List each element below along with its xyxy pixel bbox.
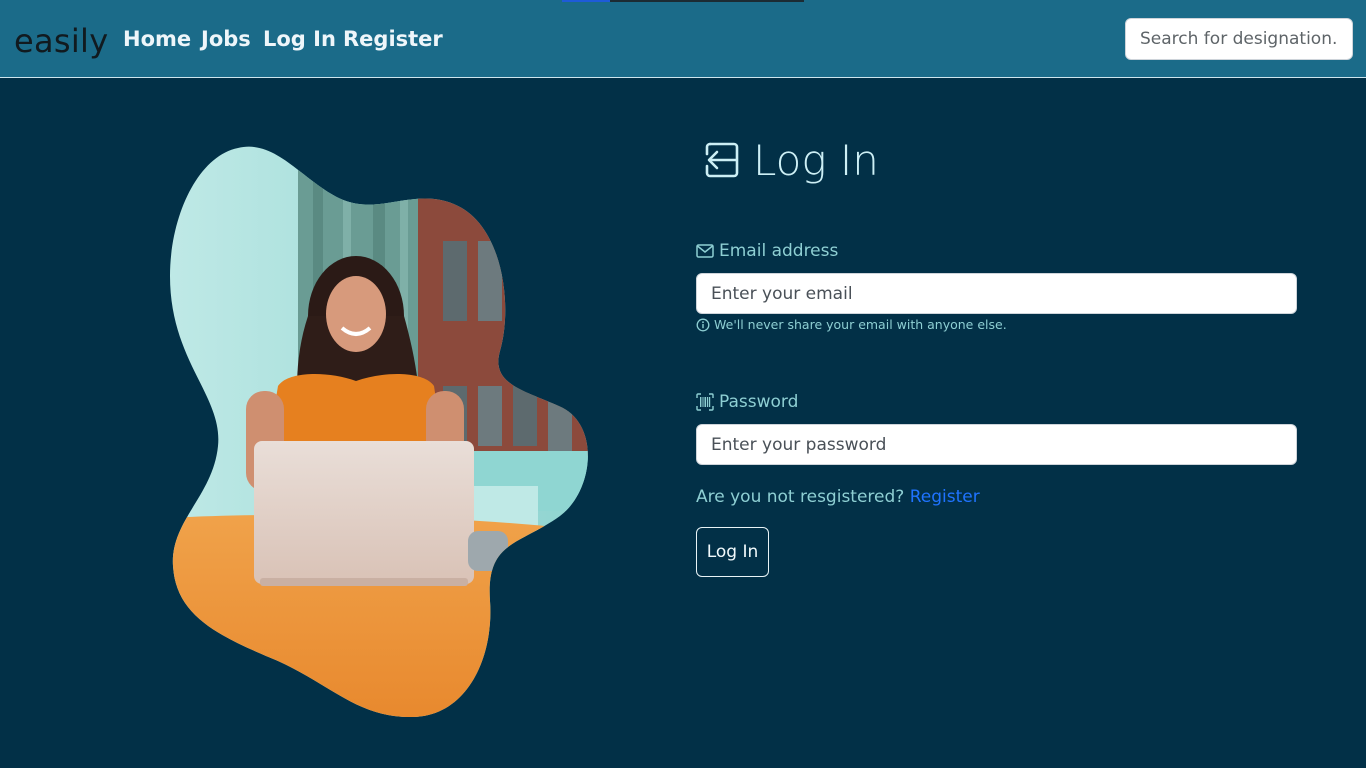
- nav-home-link[interactable]: Home: [123, 27, 191, 51]
- login-button[interactable]: Log In: [696, 527, 769, 577]
- top-strip-dark: [610, 0, 804, 2]
- info-circle-icon: [696, 318, 710, 331]
- password-label-text: Password: [719, 392, 799, 412]
- top-strip: [562, 0, 610, 2]
- help-text: We'll never share your email with anyone…: [714, 317, 1007, 332]
- email-field[interactable]: [696, 273, 1297, 314]
- page-title: Log In: [753, 136, 879, 185]
- register-prompt: Are you not resgistered? Register: [696, 487, 980, 507]
- register-link[interactable]: Register: [910, 487, 980, 507]
- email-label: Email address: [696, 241, 838, 261]
- box-arrow-in-left-icon: [696, 141, 740, 179]
- password-label: Password: [696, 392, 798, 412]
- nav-login-link[interactable]: Log In: [263, 27, 336, 51]
- brand-logo[interactable]: easily: [14, 22, 109, 60]
- nav-register-link[interactable]: Register: [343, 27, 443, 51]
- hero-photo: [168, 146, 592, 718]
- upc-scan-icon: [696, 393, 714, 411]
- register-prompt-text: Are you not resgistered?: [696, 487, 905, 507]
- nav-jobs-link[interactable]: Jobs: [201, 27, 251, 51]
- search-input[interactable]: [1125, 18, 1353, 60]
- password-field[interactable]: [696, 424, 1297, 465]
- envelope-icon: [696, 244, 714, 258]
- email-label-text: Email address: [719, 241, 839, 261]
- navbar: easily Home Jobs Log In Register: [0, 0, 1366, 78]
- email-help-text: We'll never share your email with anyone…: [696, 317, 1007, 332]
